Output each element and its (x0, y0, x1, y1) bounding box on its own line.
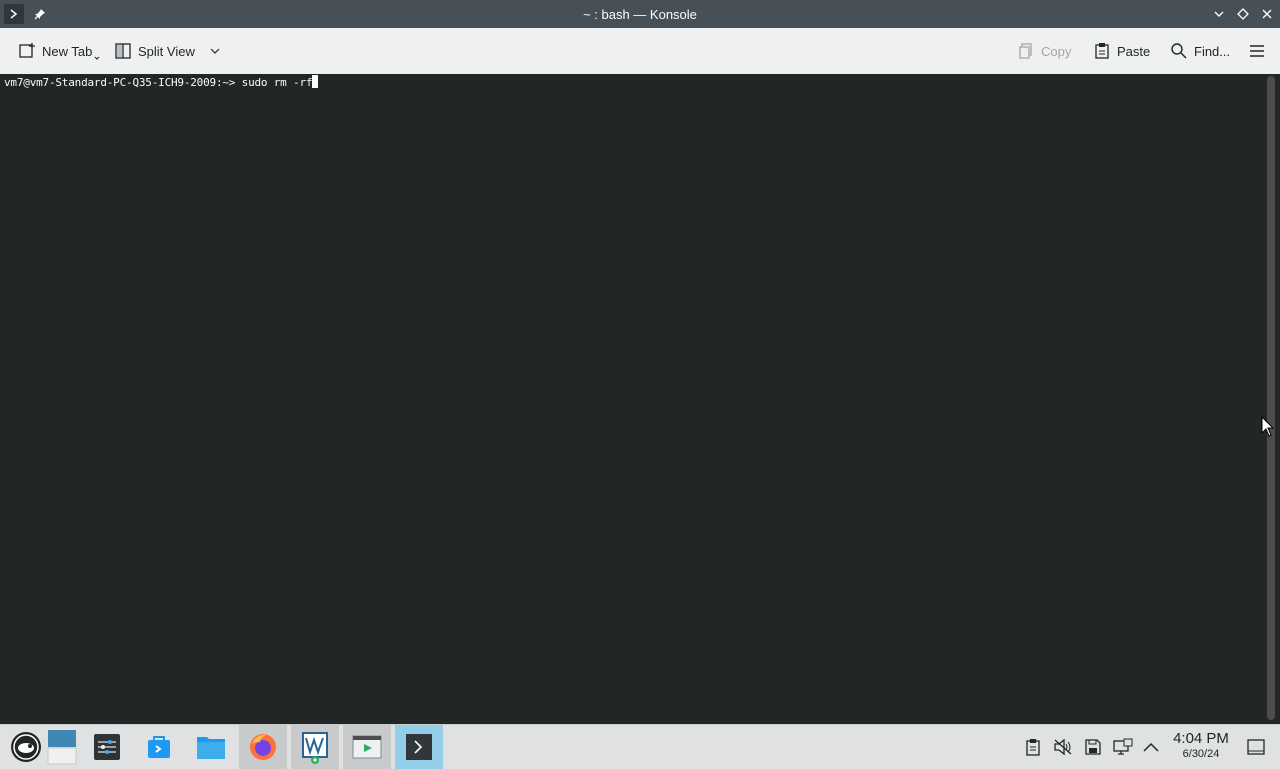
copy-icon (1019, 43, 1032, 59)
new-tab-label: New Tab (42, 43, 93, 59)
writer-task[interactable] (291, 725, 339, 769)
split-view-button[interactable]: Split View (110, 36, 225, 66)
text-cursor (312, 75, 319, 88)
clipboard-icon[interactable] (1022, 735, 1044, 759)
new-tab-button[interactable]: New Tab (14, 36, 104, 66)
system-settings-task[interactable] (83, 725, 131, 769)
minimize-button[interactable] (1210, 4, 1228, 24)
konsole-toolbar: New Tab Split View Copy Paste Find... (0, 28, 1280, 75)
terminal-prompt: vm7@vm7-Standard-PC-Q35-ICH9-2009:~> (4, 76, 242, 89)
taskbar: 4:04 PM 6/30/24 (0, 724, 1280, 769)
clock-date: 6/30/24 (1182, 748, 1220, 760)
search-icon (1171, 43, 1187, 59)
terminal-icon (406, 734, 432, 760)
window-titlebar[interactable]: ~ : bash — Konsole (0, 0, 1280, 28)
dolphin-task[interactable] (187, 725, 235, 769)
terminal-view[interactable]: vm7@vm7-Standard-PC-Q35-ICH9-2009:~> sud… (0, 74, 1266, 724)
desktop-pager[interactable] (38, 725, 86, 769)
scrollbar-handle[interactable] (1267, 76, 1275, 720)
discover-task[interactable] (135, 725, 183, 769)
chevron-down-icon (210, 48, 220, 54)
discover-icon (148, 736, 170, 758)
hamburger-menu-button[interactable] (1244, 36, 1270, 66)
maximize-button[interactable] (1234, 4, 1252, 24)
find-button[interactable]: Find... (1166, 36, 1234, 66)
mouse-pointer-icon (1261, 415, 1275, 443)
konsole-app-icon[interactable] (4, 4, 24, 24)
firefox-icon (250, 734, 276, 760)
folder-icon (197, 737, 225, 759)
paste-label: Paste (1117, 43, 1151, 59)
paste-icon (1095, 43, 1109, 59)
settings-icon (94, 734, 120, 760)
pager-icon (47, 730, 77, 765)
disk-icon[interactable] (1082, 735, 1104, 759)
new-tab-icon (19, 43, 35, 58)
network-icon[interactable] (1112, 735, 1134, 759)
copy-button[interactable]: Copy (1013, 36, 1075, 66)
window-title: ~ : bash — Konsole (583, 6, 697, 22)
paste-button[interactable]: Paste (1089, 36, 1154, 66)
find-label: Find... (1194, 43, 1231, 59)
media-player-task[interactable] (343, 725, 391, 769)
pin-icon[interactable] (30, 4, 50, 24)
split-view-label: Split View (138, 43, 195, 59)
chevron-down-icon (94, 56, 100, 60)
copy-label: Copy (1041, 43, 1072, 59)
clock-time: 4:04 PM (1173, 730, 1229, 747)
digital-clock[interactable]: 4:04 PM 6/30/24 (1166, 731, 1236, 761)
konsole-task[interactable] (395, 725, 443, 769)
close-button[interactable] (1258, 4, 1276, 24)
terminal-command: sudo rm -rf (241, 76, 313, 89)
show-desktop-icon[interactable] (1245, 735, 1267, 759)
split-view-icon (115, 43, 131, 59)
firefox-task[interactable] (239, 725, 287, 769)
volume-muted-icon[interactable] (1052, 735, 1074, 759)
terminal-line: vm7@vm7-Standard-PC-Q35-ICH9-2009:~> sud… (4, 75, 319, 89)
hamburger-menu-icon (1250, 45, 1264, 57)
chevron-up-icon[interactable] (1140, 735, 1162, 759)
writer-icon (302, 732, 328, 764)
video-icon (352, 735, 382, 759)
